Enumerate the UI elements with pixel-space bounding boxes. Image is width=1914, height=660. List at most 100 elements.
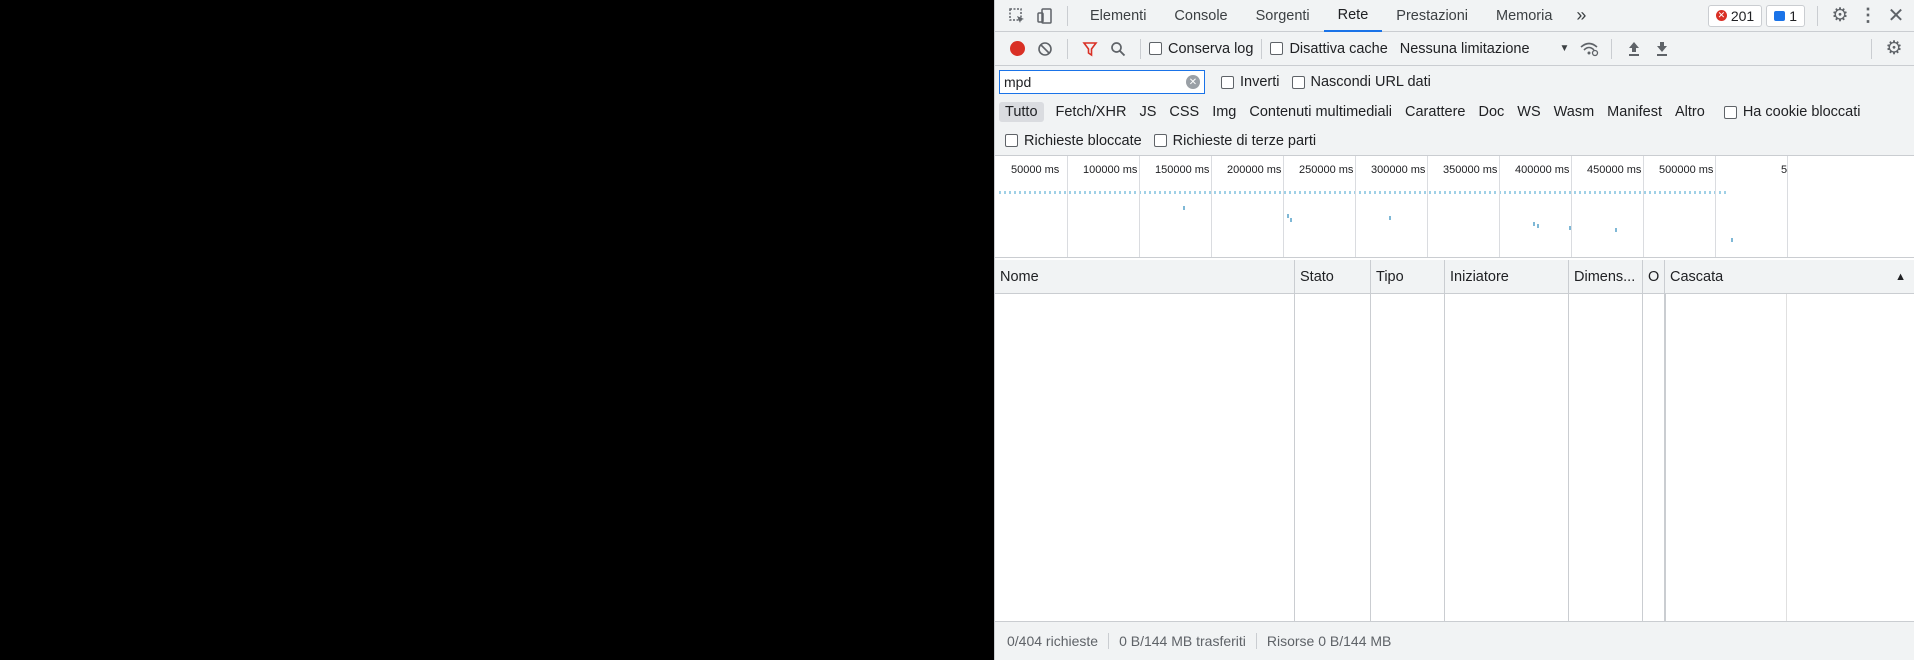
column-header-label: Nome bbox=[1000, 269, 1039, 285]
column-header-label: O bbox=[1648, 269, 1660, 285]
errors-badge[interactable]: ✕ 201 bbox=[1707, 4, 1763, 27]
blocked-requests-checkbox[interactable]: Richieste bloccate bbox=[1005, 133, 1142, 149]
overview-gridline bbox=[1283, 156, 1284, 257]
type-filter-ws[interactable]: WS bbox=[1511, 102, 1546, 122]
column-header-iniziatore[interactable]: Iniziatore bbox=[1445, 260, 1569, 294]
clear-filter-icon[interactable]: ✕ bbox=[1186, 75, 1200, 89]
hide-data-urls-label: Nascondi URL dati bbox=[1310, 74, 1431, 90]
clear-icon[interactable] bbox=[1031, 35, 1059, 63]
overview-request-mark bbox=[1533, 222, 1535, 226]
overview-tick-label: 500000 ms bbox=[1659, 164, 1714, 176]
third-party-checkbox[interactable]: Richieste di terze parti bbox=[1153, 132, 1317, 149]
type-filter-carattere[interactable]: Carattere bbox=[1399, 102, 1471, 122]
hide-data-urls-checkbox[interactable]: Nascondi URL dati bbox=[1291, 74, 1431, 90]
network-status-bar: 0/404 richieste 0 B/144 MB trasferiti Ri… bbox=[995, 621, 1914, 660]
invert-label: Inverti bbox=[1240, 74, 1280, 90]
chevron-down-icon: ▼ bbox=[1559, 43, 1570, 54]
table-column bbox=[1569, 294, 1643, 621]
disable-cache-checkbox[interactable]: Disattiva cache bbox=[1270, 40, 1388, 57]
column-header-cascata[interactable]: Cascata ▲ bbox=[1665, 260, 1914, 294]
tab-rete[interactable]: Rete bbox=[1323, 0, 1383, 32]
more-tabs-button[interactable]: » bbox=[1566, 0, 1596, 32]
network-overview-timeline[interactable]: 50000 ms 100000 ms 150000 ms 200000 ms 25000… bbox=[995, 156, 1914, 258]
network-toolbar: Conserva log Disattiva cache Nessuna lim… bbox=[995, 32, 1914, 66]
type-filter-js[interactable]: JS bbox=[1133, 102, 1162, 122]
table-column bbox=[1295, 294, 1371, 621]
column-header-tipo[interactable]: Tipo bbox=[1371, 260, 1445, 294]
blocked-cookies-checkbox[interactable]: Ha cookie bloccati bbox=[1723, 104, 1861, 120]
overview-request-line bbox=[999, 191, 1729, 194]
column-header-label: Cascata bbox=[1670, 269, 1724, 285]
tab-prestazioni[interactable]: Prestazioni bbox=[1382, 0, 1482, 32]
type-filter-img[interactable]: Img bbox=[1206, 102, 1242, 122]
divider bbox=[1817, 5, 1818, 26]
settings-gear-icon[interactable]: ⚙ bbox=[1826, 2, 1854, 30]
overview-gridline bbox=[1571, 156, 1572, 257]
overview-request-mark bbox=[1731, 238, 1733, 242]
network-settings-gear-icon[interactable]: ⚙ bbox=[1880, 35, 1908, 63]
tab-console[interactable]: Console bbox=[1160, 0, 1241, 32]
column-header-nome[interactable]: Nome bbox=[995, 260, 1295, 294]
column-header-stato[interactable]: Stato bbox=[1295, 260, 1371, 294]
type-filter-css[interactable]: CSS bbox=[1163, 102, 1205, 122]
inspect-element-icon[interactable] bbox=[1003, 2, 1031, 30]
network-conditions-icon[interactable] bbox=[1575, 35, 1603, 63]
inspected-page-viewport bbox=[0, 0, 994, 660]
preserve-log-checkbox[interactable]: Conserva log bbox=[1149, 41, 1253, 57]
disable-cache-label: Disattiva cache bbox=[1289, 40, 1388, 57]
download-icon[interactable] bbox=[1648, 35, 1676, 63]
tab-elementi[interactable]: Elementi bbox=[1076, 0, 1160, 32]
overview-request-mark bbox=[1569, 226, 1571, 230]
type-filter-doc[interactable]: Doc bbox=[1472, 102, 1510, 122]
filter-input[interactable]: mpd ✕ bbox=[999, 70, 1205, 94]
table-column bbox=[1643, 294, 1665, 621]
table-column bbox=[1445, 294, 1569, 621]
close-icon[interactable]: ✕ bbox=[1882, 2, 1910, 30]
request-filters-row: Richieste bloccate Richieste di terze pa… bbox=[995, 126, 1914, 156]
tab-memoria[interactable]: Memoria bbox=[1482, 0, 1566, 32]
table-column bbox=[1371, 294, 1445, 621]
overview-request-mark bbox=[1287, 214, 1289, 218]
filter-icon[interactable] bbox=[1076, 35, 1104, 63]
sort-ascending-icon[interactable]: ▲ bbox=[1895, 271, 1906, 283]
more-options-icon[interactable]: ⋮ bbox=[1854, 2, 1882, 30]
overview-tick-label: 5 bbox=[1781, 164, 1788, 176]
preserve-log-label: Conserva log bbox=[1168, 40, 1254, 57]
type-filter-contenuti-multimediali[interactable]: Contenuti multimediali bbox=[1243, 102, 1398, 122]
device-toolbar-icon[interactable] bbox=[1031, 2, 1059, 30]
type-filter-fetch-xhr[interactable]: Fetch/XHR bbox=[1050, 102, 1133, 122]
overview-request-mark bbox=[1615, 228, 1617, 232]
resource-type-filters: Tutto Fetch/XHR JS CSS Img Contenuti multimed… bbox=[995, 98, 1914, 126]
devtools-panel: Elementi Console Sorgenti Rete Prestazioni Me… bbox=[994, 0, 1914, 660]
column-header-label: Iniziatore bbox=[1450, 269, 1509, 285]
overview-tick-label: 400000 ms bbox=[1515, 164, 1570, 176]
requests-table-body bbox=[995, 294, 1914, 621]
blocked-cookies-label: Ha cookie bloccati bbox=[1742, 104, 1861, 120]
overview-gridline bbox=[1139, 156, 1140, 257]
type-filter-wasm[interactable]: Wasm bbox=[1548, 102, 1601, 122]
filter-row: mpd ✕ Inverti Nascondi URL dati bbox=[995, 66, 1914, 98]
type-filter-manifest[interactable]: Manifest bbox=[1601, 102, 1668, 122]
overview-gridline bbox=[1787, 156, 1788, 257]
overview-gridline bbox=[1211, 156, 1212, 257]
overview-tick-label: 250000 ms bbox=[1299, 164, 1354, 176]
third-party-label: Richieste di terze parti bbox=[1172, 132, 1317, 149]
type-filter-altro[interactable]: Altro bbox=[1669, 102, 1711, 122]
invert-checkbox[interactable]: Inverti bbox=[1221, 74, 1280, 90]
devtools-tabbar: Elementi Console Sorgenti Rete Prestazioni Me… bbox=[995, 0, 1914, 32]
upload-icon[interactable] bbox=[1620, 35, 1648, 63]
throttling-select[interactable]: Nessuna limitazione ▼ bbox=[1400, 41, 1570, 57]
blocked-requests-label: Richieste bloccate bbox=[1024, 132, 1142, 149]
table-column bbox=[995, 294, 1295, 621]
overview-request-mark bbox=[1537, 224, 1539, 228]
column-header-label: Dimens... bbox=[1574, 269, 1636, 285]
message-icon bbox=[1774, 10, 1786, 21]
type-filter-tutto[interactable]: Tutto bbox=[999, 102, 1044, 122]
tab-sorgenti[interactable]: Sorgenti bbox=[1242, 0, 1324, 32]
column-header-o[interactable]: O bbox=[1643, 260, 1665, 294]
messages-badge[interactable]: 1 bbox=[1766, 4, 1805, 27]
record-icon[interactable] bbox=[1003, 35, 1031, 63]
search-icon[interactable] bbox=[1104, 35, 1132, 63]
column-header-dimens[interactable]: Dimens... bbox=[1569, 260, 1643, 294]
resources-size: Risorse 0 B/144 MB bbox=[1266, 633, 1392, 649]
